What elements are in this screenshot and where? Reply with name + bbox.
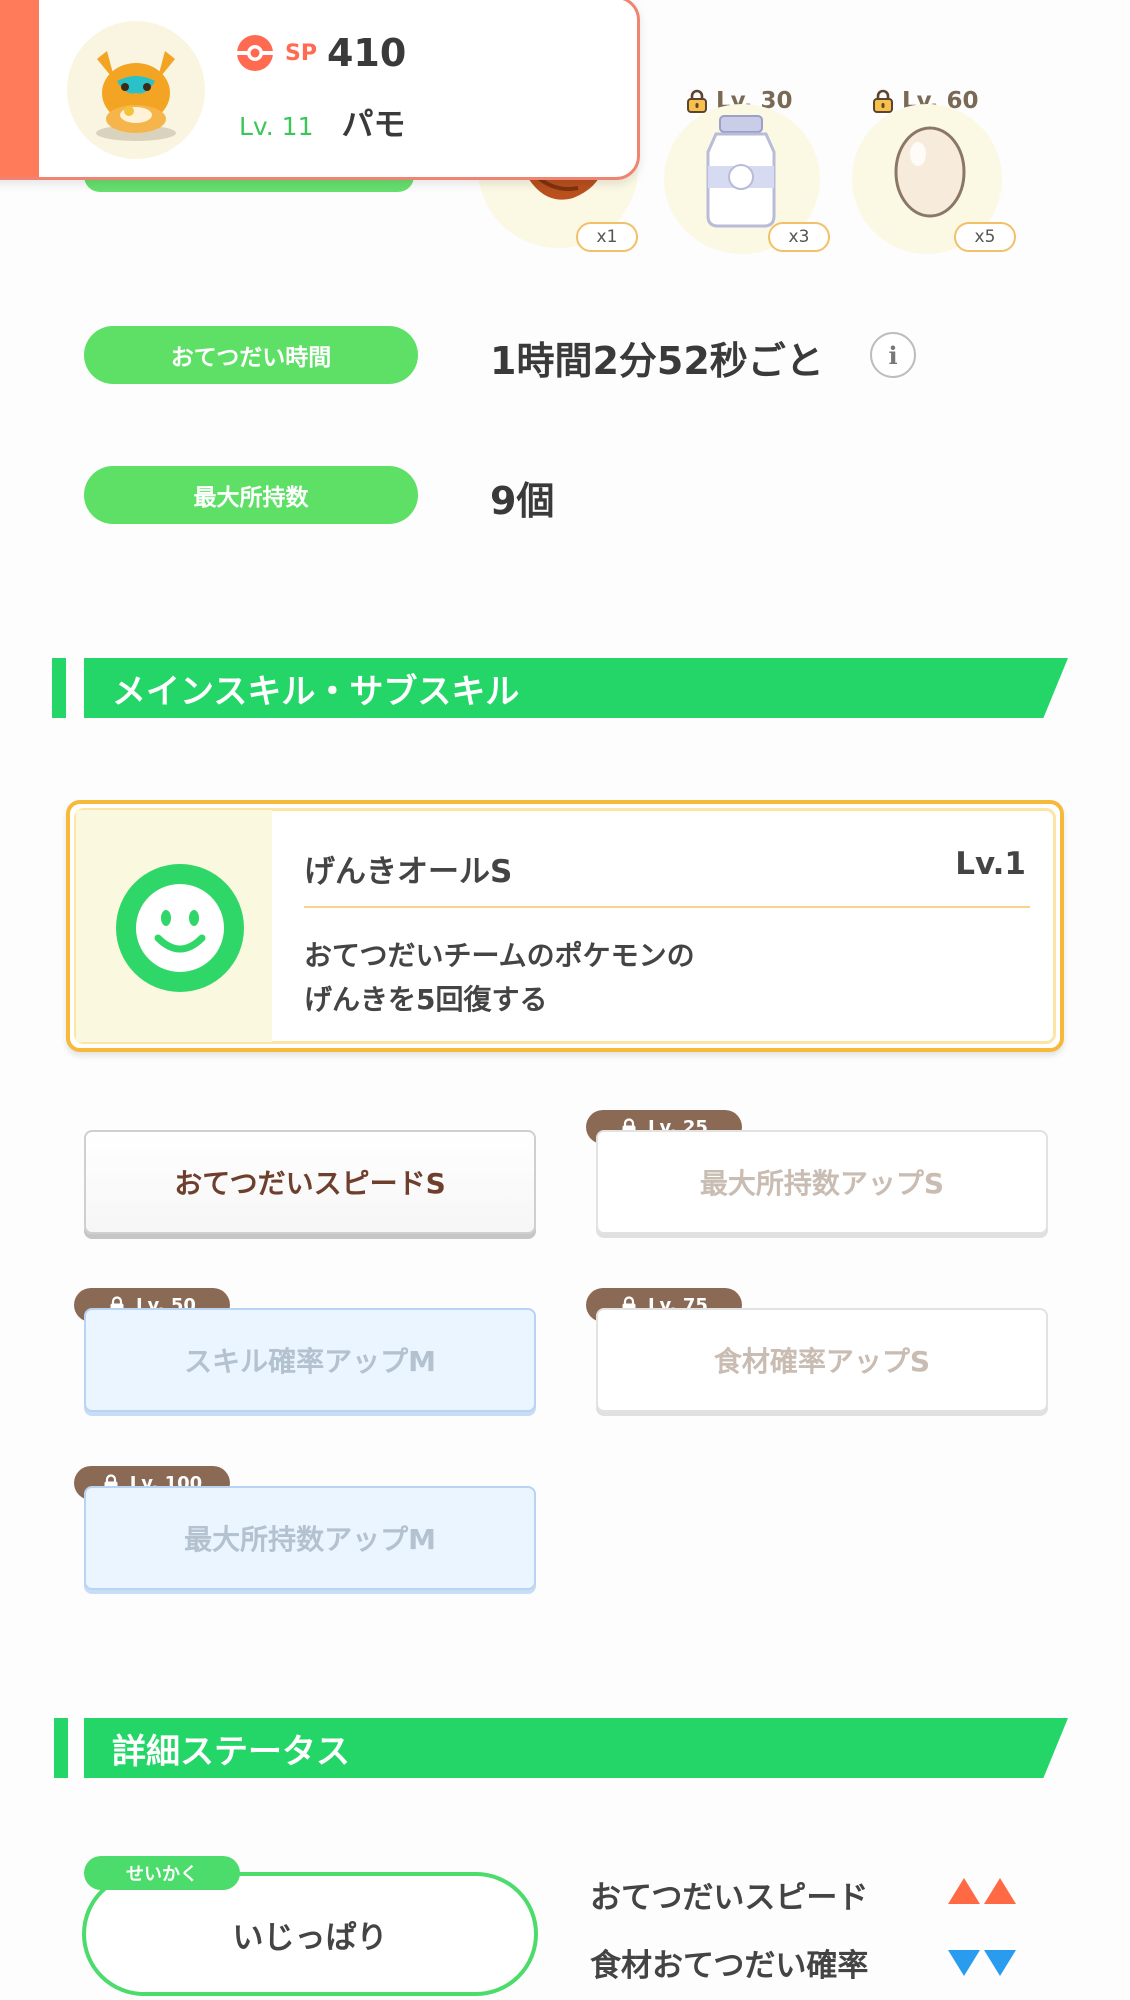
sp-row: SP 410: [235, 31, 406, 75]
nature-box[interactable]: いじっぱり: [82, 1872, 538, 1996]
card-accent-stripe: [0, 0, 39, 177]
skill-icon-pane: [76, 810, 272, 1042]
smile-face-icon: [116, 864, 244, 992]
level-name-row: Lv. 11 パモ: [239, 99, 406, 145]
max-carry-value: 9個: [490, 479, 555, 523]
pamo-icon: [96, 51, 176, 141]
max-carry-label: 最大所持数: [84, 466, 418, 524]
status-section-header: 詳細ステータス: [84, 1718, 1068, 1778]
skills-section-header: メインスキル・サブスキル: [84, 658, 1068, 718]
sub-skill-2[interactable]: 最大所持数アップS: [596, 1130, 1048, 1234]
info-icon[interactable]: i: [870, 332, 916, 378]
up-arrows-icon: [948, 1878, 1016, 1904]
desc-line-2: げんきを5回復する: [304, 983, 548, 1016]
main-skill-card[interactable]: げんきオールS Lv.1 おてつだいチームのポケモンの げんきを5回復する: [66, 800, 1064, 1052]
section-marker: [52, 658, 66, 718]
pokemon-level: Lv. 11: [239, 112, 314, 141]
help-time-value: 1時間2分52秒ごと: [490, 339, 824, 383]
ingredient-count-2: x3: [768, 222, 830, 252]
pokemon-summary-card: SP 410 Lv. 11 パモ: [0, 0, 640, 180]
triangle-down-icon: [948, 1950, 980, 1976]
pokemon-name: パモ: [341, 105, 406, 143]
section-marker: [54, 1718, 68, 1778]
sub-skill-5[interactable]: 最大所持数アップM: [84, 1486, 536, 1590]
pokeball-icon: [237, 35, 273, 71]
sp-value: 410: [326, 31, 407, 75]
sub-skill-3[interactable]: スキル確率アップM: [84, 1308, 536, 1412]
ingredient-count-1: x1: [576, 222, 638, 252]
main-skill-name: げんきオールS: [304, 854, 513, 890]
sub-skill-1[interactable]: おてつだいスピードS: [84, 1130, 536, 1234]
down-arrows-icon: [948, 1950, 1016, 1976]
main-skill-level: Lv.1: [955, 846, 1026, 882]
nature-up-label: おてつだいスピード: [590, 1880, 869, 1916]
desc-line-1: おてつだいチームのポケモンの: [304, 939, 695, 972]
help-time-label: おてつだい時間: [84, 326, 418, 384]
triangle-up-icon: [984, 1878, 1016, 1904]
triangle-down-icon: [984, 1950, 1016, 1976]
main-skill-description: おてつだいチームのポケモンの げんきを5回復する: [304, 934, 695, 1022]
sub-skill-4[interactable]: 食材確率アップS: [596, 1308, 1048, 1412]
ingredient-count-3: x5: [954, 222, 1016, 252]
skill-divider: [304, 906, 1030, 908]
nature-tag: せいかく: [84, 1856, 240, 1890]
nature-down-label: 食材おてつだい確率: [590, 1948, 869, 1984]
triangle-up-icon: [948, 1878, 980, 1904]
sp-label: SP: [285, 40, 317, 66]
pokemon-avatar: [67, 21, 205, 159]
